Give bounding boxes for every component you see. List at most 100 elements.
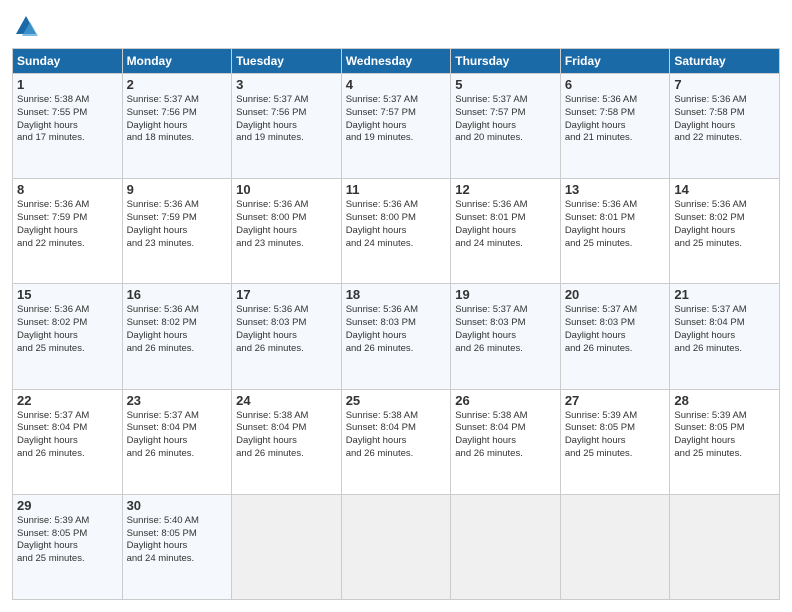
calendar-cell: 27 Sunrise: 5:39 AMSunset: 8:05 PMDayligh… (560, 389, 670, 494)
day-number: 27 (565, 393, 666, 408)
calendar-table: SundayMondayTuesdayWednesdayThursdayFrid… (12, 48, 780, 600)
day-info: Sunrise: 5:37 AMSunset: 8:04 PMDaylight … (17, 410, 118, 461)
day-number: 12 (455, 182, 556, 197)
calendar-cell: 4 Sunrise: 5:37 AMSunset: 7:57 PMDaylight… (341, 74, 451, 179)
calendar-cell: 28 Sunrise: 5:39 AMSunset: 8:05 PMDayligh… (670, 389, 780, 494)
day-number: 25 (346, 393, 447, 408)
calendar-cell: 23 Sunrise: 5:37 AMSunset: 8:04 PMDayligh… (122, 389, 232, 494)
day-info: Sunrise: 5:38 AMSunset: 8:04 PMDaylight … (236, 410, 337, 461)
day-info: Sunrise: 5:36 AMSunset: 8:02 PMDaylight … (17, 304, 118, 355)
day-number: 23 (127, 393, 228, 408)
day-number: 11 (346, 182, 447, 197)
day-number: 8 (17, 182, 118, 197)
day-number: 15 (17, 287, 118, 302)
day-number: 21 (674, 287, 775, 302)
calendar-cell: 20Sunrise: 5:37 AMSunset: 8:03 PMDayligh… (560, 284, 670, 389)
calendar-cell: 13 Sunrise: 5:36 AMSunset: 8:01 PMDayligh… (560, 179, 670, 284)
day-info: Sunrise: 5:36 AMSunset: 8:01 PMDaylight … (455, 199, 556, 250)
day-info: Sunrise: 5:39 AMSunset: 8:05 PMDaylight … (17, 515, 118, 566)
day-number: 7 (674, 77, 775, 92)
day-number: 18 (346, 287, 447, 302)
calendar-cell: 25 Sunrise: 5:38 AMSunset: 8:04 PMDayligh… (341, 389, 451, 494)
calendar-header (12, 12, 780, 40)
day-info: Sunrise: 5:38 AMSunset: 8:04 PMDaylight … (455, 410, 556, 461)
day-number: 13 (565, 182, 666, 197)
calendar-cell: 8 Sunrise: 5:36 AMSunset: 7:59 PMDaylight… (13, 179, 123, 284)
calendar-cell: 29 Sunrise: 5:39 AMSunset: 8:05 PMDayligh… (13, 494, 123, 599)
day-info: Sunrise: 5:38 AMSunset: 7:55 PMDaylight … (17, 94, 118, 145)
day-number: 10 (236, 182, 337, 197)
day-number: 14 (674, 182, 775, 197)
day-number: 29 (17, 498, 118, 513)
weekday-thursday: Thursday (451, 49, 561, 74)
day-info: Sunrise: 5:37 AMSunset: 7:57 PMDaylight … (455, 94, 556, 145)
day-info: Sunrise: 5:39 AMSunset: 8:05 PMDaylight … (674, 410, 775, 461)
calendar-cell: 2Sunrise: 5:37 AMSunset: 7:56 PMDaylight… (122, 74, 232, 179)
calendar-cell: 21 Sunrise: 5:37 AMSunset: 8:04 PMDayligh… (670, 284, 780, 389)
calendar-cell: 19 Sunrise: 5:37 AMSunset: 8:03 PMDayligh… (451, 284, 561, 389)
calendar-cell: 11Sunrise: 5:36 AMSunset: 8:00 PMDayligh… (341, 179, 451, 284)
calendar-cell: 7 Sunrise: 5:36 AMSunset: 7:58 PMDaylight… (670, 74, 780, 179)
day-info: Sunrise: 5:37 AMSunset: 7:56 PMDaylight … (236, 94, 337, 145)
day-info: Sunrise: 5:36 AMSunset: 8:03 PMDaylight … (236, 304, 337, 355)
day-number: 19 (455, 287, 556, 302)
logo-icon (12, 12, 40, 40)
day-info: Sunrise: 5:36 AMSunset: 7:58 PMDaylight … (674, 94, 775, 145)
calendar-cell (670, 494, 780, 599)
weekday-tuesday: Tuesday (232, 49, 342, 74)
calendar-week-row: 22 Sunrise: 5:37 AMSunset: 8:04 PMDayligh… (13, 389, 780, 494)
day-info: Sunrise: 5:36 AMSunset: 8:03 PMDaylight … (346, 304, 447, 355)
day-info: Sunrise: 5:37 AMSunset: 7:57 PMDaylight … (346, 94, 447, 145)
calendar-cell: 1 Sunrise: 5:38 AMSunset: 7:55 PMDaylight… (13, 74, 123, 179)
day-info: Sunrise: 5:40 AMSunset: 8:05 PMDaylight … (127, 515, 228, 566)
day-info: Sunrise: 5:36 AMSunset: 8:01 PMDaylight … (565, 199, 666, 250)
day-number: 1 (17, 77, 118, 92)
calendar-cell: 5 Sunrise: 5:37 AMSunset: 7:57 PMDaylight… (451, 74, 561, 179)
weekday-sunday: Sunday (13, 49, 123, 74)
day-number: 22 (17, 393, 118, 408)
weekday-wednesday: Wednesday (341, 49, 451, 74)
calendar-cell: 12 Sunrise: 5:36 AMSunset: 8:01 PMDayligh… (451, 179, 561, 284)
calendar-cell: 14 Sunrise: 5:36 AMSunset: 8:02 PMDayligh… (670, 179, 780, 284)
calendar-cell: 3 Sunrise: 5:37 AMSunset: 7:56 PMDaylight… (232, 74, 342, 179)
calendar-cell: 15 Sunrise: 5:36 AMSunset: 8:02 PMDayligh… (13, 284, 123, 389)
logo (12, 12, 44, 40)
day-info: Sunrise: 5:36 AMSunset: 8:00 PMDaylight … (236, 199, 337, 250)
day-number: 2 (127, 77, 228, 92)
calendar-cell: 22 Sunrise: 5:37 AMSunset: 8:04 PMDayligh… (13, 389, 123, 494)
weekday-saturday: Saturday (670, 49, 780, 74)
day-number: 3 (236, 77, 337, 92)
calendar-week-row: 29 Sunrise: 5:39 AMSunset: 8:05 PMDayligh… (13, 494, 780, 599)
day-info: Sunrise: 5:36 AMSunset: 7:59 PMDaylight … (127, 199, 228, 250)
calendar-cell (560, 494, 670, 599)
day-number: 9 (127, 182, 228, 197)
weekday-monday: Monday (122, 49, 232, 74)
day-number: 4 (346, 77, 447, 92)
day-number: 28 (674, 393, 775, 408)
day-number: 6 (565, 77, 666, 92)
calendar-cell: 10 Sunrise: 5:36 AMSunset: 8:00 PMDayligh… (232, 179, 342, 284)
calendar-cell: 26Sunrise: 5:38 AMSunset: 8:04 PMDayligh… (451, 389, 561, 494)
weekday-friday: Friday (560, 49, 670, 74)
calendar-cell: 17Sunrise: 5:36 AMSunset: 8:03 PMDayligh… (232, 284, 342, 389)
weekday-header-row: SundayMondayTuesdayWednesdayThursdayFrid… (13, 49, 780, 74)
day-number: 5 (455, 77, 556, 92)
calendar-cell: 24Sunrise: 5:38 AMSunset: 8:04 PMDayligh… (232, 389, 342, 494)
day-info: Sunrise: 5:39 AMSunset: 8:05 PMDaylight … (565, 410, 666, 461)
day-info: Sunrise: 5:36 AMSunset: 8:02 PMDaylight … (674, 199, 775, 250)
calendar-cell (451, 494, 561, 599)
day-info: Sunrise: 5:37 AMSunset: 8:04 PMDaylight … (127, 410, 228, 461)
calendar-cell (341, 494, 451, 599)
day-info: Sunrise: 5:37 AMSunset: 8:04 PMDaylight … (674, 304, 775, 355)
calendar-week-row: 8 Sunrise: 5:36 AMSunset: 7:59 PMDaylight… (13, 179, 780, 284)
day-info: Sunrise: 5:36 AMSunset: 8:02 PMDaylight … (127, 304, 228, 355)
calendar-cell: 16 Sunrise: 5:36 AMSunset: 8:02 PMDayligh… (122, 284, 232, 389)
day-info: Sunrise: 5:36 AMSunset: 7:59 PMDaylight … (17, 199, 118, 250)
calendar-cell: 9 Sunrise: 5:36 AMSunset: 7:59 PMDaylight… (122, 179, 232, 284)
day-info: Sunrise: 5:38 AMSunset: 8:04 PMDaylight … (346, 410, 447, 461)
day-number: 16 (127, 287, 228, 302)
calendar-week-row: 1 Sunrise: 5:38 AMSunset: 7:55 PMDaylight… (13, 74, 780, 179)
day-info: Sunrise: 5:37 AMSunset: 8:03 PMDaylight … (455, 304, 556, 355)
calendar-cell: 6Sunrise: 5:36 AMSunset: 7:58 PMDaylight… (560, 74, 670, 179)
day-info: Sunrise: 5:37 AMSunset: 8:03 PMDaylight … (565, 304, 666, 355)
